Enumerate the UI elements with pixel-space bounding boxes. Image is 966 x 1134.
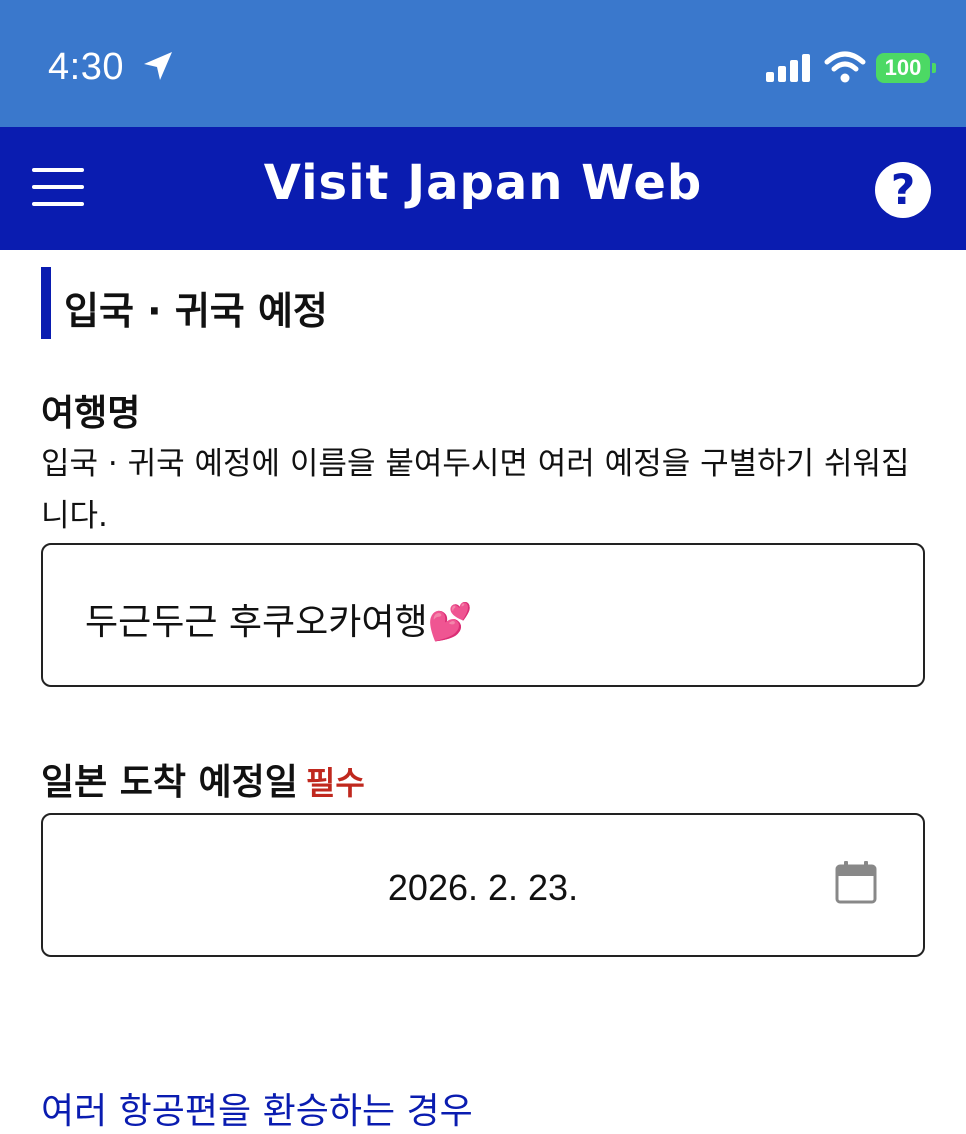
section-accent-bar (41, 267, 51, 339)
multi-flight-link[interactable]: 여러 항공편을 환승하는 경우 (41, 1082, 473, 1134)
status-time: 4:30 (48, 46, 124, 88)
trip-name-input[interactable]: 두근두근 후쿠오카여행💕 (41, 543, 925, 687)
arrival-date-label: 일본 도착 예정일 필수 (41, 753, 365, 805)
location-arrow-icon (144, 52, 172, 80)
battery-tip (932, 63, 936, 73)
arrival-date-value: 2026. 2. 23. (387, 867, 579, 908)
arrival-date-label-text: 일본 도착 예정일 (41, 762, 298, 803)
required-badge: 필수 (305, 764, 365, 802)
app-title: Visit Japan Web (263, 155, 703, 211)
trip-name-value: 두근두근 후쿠오카여행💕 (85, 602, 473, 643)
trip-name-label: 여행명 (41, 393, 141, 434)
calendar-icon[interactable] (834, 860, 878, 904)
arrival-date-input[interactable]: 2026. 2. 23. (41, 813, 925, 957)
section-title: 입국 · 귀국 예정 (64, 289, 328, 333)
wifi-icon (824, 51, 866, 83)
battery-icon: 100 (876, 53, 930, 83)
trip-name-description: 입국 · 귀국 예정에 이름을 붙여두시면 여러 예정을 구별하기 쉬워집니다. (41, 446, 910, 534)
signal-bars-icon (766, 54, 810, 82)
help-icon[interactable]: ? (875, 162, 931, 218)
